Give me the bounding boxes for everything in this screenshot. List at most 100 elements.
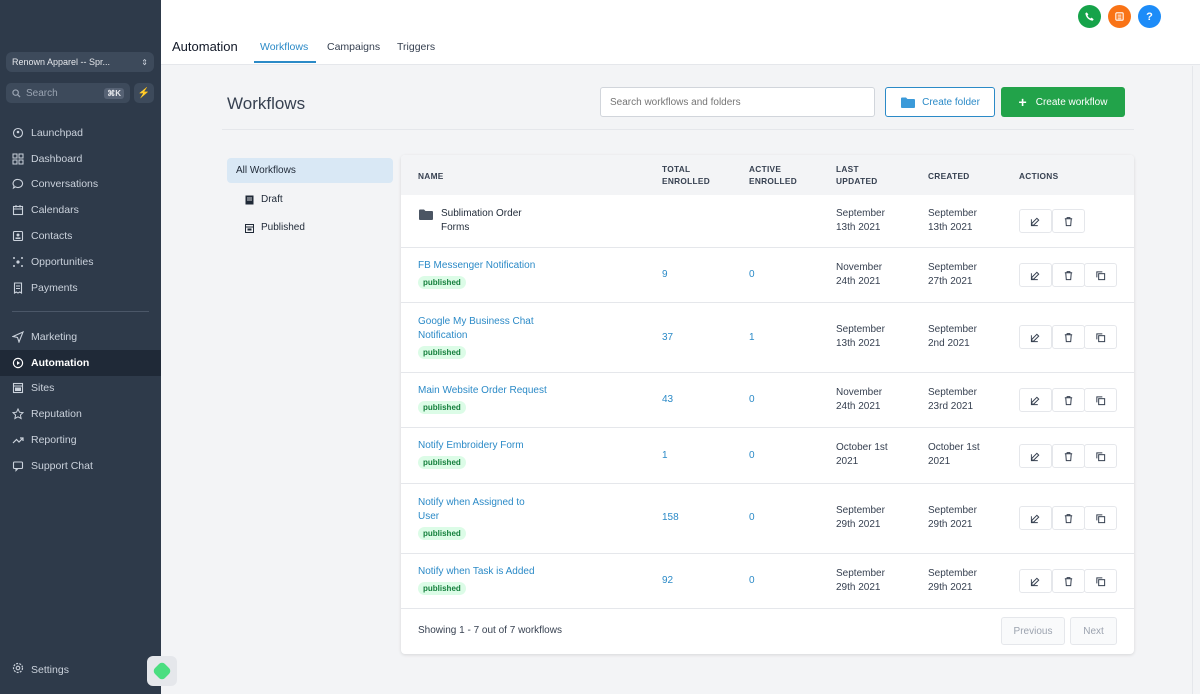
duplicate-button[interactable] bbox=[1084, 444, 1117, 468]
last-updated-cell: November 24th 2021 bbox=[836, 261, 882, 289]
next-page-button[interactable]: Next bbox=[1070, 617, 1117, 645]
duplicate-button[interactable] bbox=[1084, 325, 1117, 349]
folder-name[interactable]: Sublimation Order Forms bbox=[441, 207, 522, 235]
sidebar-item-conversations[interactable]: Conversations bbox=[0, 172, 161, 198]
duplicate-button[interactable] bbox=[1084, 388, 1117, 412]
total-enrolled-cell[interactable]: 37 bbox=[662, 331, 673, 345]
active-enrolled-cell[interactable]: 0 bbox=[749, 393, 755, 407]
column-header-last-updated[interactable]: LAST UPDATED bbox=[836, 163, 878, 187]
sidebar-item-reporting[interactable]: Reporting bbox=[0, 427, 161, 453]
edit-button[interactable] bbox=[1019, 506, 1052, 530]
column-header-total-enrolled[interactable]: TOTAL ENROLLED bbox=[662, 163, 710, 187]
duplicate-button[interactable] bbox=[1084, 506, 1117, 530]
table-row[interactable]: FB Messenger Notification published 9 0 … bbox=[401, 248, 1134, 303]
page-scrollbar[interactable] bbox=[1192, 66, 1200, 694]
sidebar-item-dashboard[interactable]: Dashboard bbox=[0, 146, 161, 172]
edit-button[interactable] bbox=[1019, 263, 1052, 287]
sidebar-item-settings[interactable]: Settings bbox=[12, 662, 69, 677]
filter-all-workflows[interactable]: All Workflows bbox=[227, 158, 393, 183]
duplicate-button[interactable] bbox=[1084, 569, 1117, 593]
sidebar-item-sites[interactable]: Sites bbox=[0, 376, 161, 402]
date-line: 24th 2021 bbox=[836, 401, 881, 412]
table-row[interactable]: Notify when Assigned to User published 1… bbox=[401, 484, 1134, 554]
account-switcher[interactable]: Renown Apparel -- Spr... ⇕ bbox=[6, 52, 154, 72]
created-cell: September 27th 2021 bbox=[928, 261, 977, 289]
total-enrolled-cell[interactable]: 158 bbox=[662, 511, 679, 525]
date-line: 29th 2021 bbox=[836, 519, 881, 530]
previous-page-button[interactable]: Previous bbox=[1001, 617, 1065, 645]
delete-button[interactable] bbox=[1052, 209, 1085, 233]
workflow-name-link[interactable]: Google My Business Chat Notification bbox=[418, 315, 534, 343]
active-enrolled-cell[interactable]: 0 bbox=[749, 511, 755, 525]
trash-icon bbox=[1064, 513, 1073, 523]
tab-workflows[interactable]: Workflows bbox=[260, 41, 308, 53]
rocket-icon bbox=[12, 127, 24, 139]
delete-button[interactable] bbox=[1052, 569, 1085, 593]
phone-button[interactable] bbox=[1078, 5, 1101, 28]
sidebar-item-support-chat[interactable]: Support Chat bbox=[0, 453, 161, 479]
name-line: Google My Business Chat bbox=[418, 316, 534, 327]
table-row[interactable]: Sublimation Order Forms September 13th 2… bbox=[401, 195, 1134, 248]
sidebar-item-reputation[interactable]: Reputation bbox=[0, 401, 161, 427]
tab-triggers[interactable]: Triggers bbox=[397, 41, 435, 53]
sidebar-item-payments[interactable]: Payments bbox=[0, 275, 161, 301]
filter-published[interactable]: Published bbox=[227, 215, 393, 240]
active-enrolled-cell[interactable]: 1 bbox=[749, 331, 755, 345]
sidebar-item-calendars[interactable]: Calendars bbox=[0, 197, 161, 223]
sidebar-item-launchpad[interactable]: Launchpad bbox=[0, 120, 161, 146]
sidebar-item-marketing[interactable]: Marketing bbox=[0, 324, 161, 350]
workflow-name-link[interactable]: Notify when Assigned to User bbox=[418, 496, 525, 524]
column-header-active-enrolled[interactable]: ACTIVE ENROLLED bbox=[749, 163, 797, 187]
sidebar-item-automation[interactable]: Automation bbox=[0, 349, 161, 376]
sidebar-item-opportunities[interactable]: Opportunities bbox=[0, 249, 161, 275]
total-enrolled-cell[interactable]: 9 bbox=[662, 268, 668, 282]
create-workflow-button[interactable]: + Create workflow bbox=[1001, 87, 1125, 117]
duplicate-button[interactable] bbox=[1084, 263, 1117, 287]
table-row[interactable]: Google My Business Chat Notification pub… bbox=[401, 303, 1134, 373]
active-enrolled-cell[interactable]: 0 bbox=[749, 574, 755, 588]
delete-button[interactable] bbox=[1052, 388, 1085, 412]
quick-action-button[interactable]: ⚡ bbox=[134, 83, 154, 103]
workflow-name-link[interactable]: Notify Embroidery Form bbox=[418, 439, 524, 453]
edit-button[interactable] bbox=[1019, 325, 1052, 349]
edit-button[interactable] bbox=[1019, 388, 1052, 412]
workflow-name-link[interactable]: Notify when Task is Added bbox=[418, 565, 535, 579]
delete-button[interactable] bbox=[1052, 263, 1085, 287]
workflow-name-link[interactable]: FB Messenger Notification bbox=[418, 259, 535, 273]
date-line: September bbox=[928, 387, 977, 398]
total-enrolled-cell[interactable]: 43 bbox=[662, 393, 673, 407]
tab-campaigns[interactable]: Campaigns bbox=[327, 41, 380, 53]
created-cell: September 2nd 2021 bbox=[928, 323, 977, 351]
contact-card-icon bbox=[12, 230, 24, 242]
edit-icon bbox=[1030, 271, 1040, 280]
active-enrolled-cell[interactable]: 0 bbox=[749, 268, 755, 282]
column-header-created[interactable]: CREATED bbox=[928, 170, 970, 182]
table-row[interactable]: Notify Embroidery Form published 1 0 Oct… bbox=[401, 428, 1134, 484]
date-line: 29th 2021 bbox=[928, 582, 973, 593]
help-button[interactable]: ? bbox=[1138, 5, 1161, 28]
sidebar-item-label: Sites bbox=[31, 382, 55, 395]
column-header-name[interactable]: NAME bbox=[418, 170, 444, 182]
table-row[interactable]: Main Website Order Request published 43 … bbox=[401, 373, 1134, 428]
delete-button[interactable] bbox=[1052, 506, 1085, 530]
workflow-name-cell: Notify when Task is Added published bbox=[418, 565, 535, 596]
sidebar-item-contacts[interactable]: Contacts bbox=[0, 223, 161, 249]
sidebar-search-row: Search ⌘K ⚡ bbox=[6, 83, 154, 103]
edit-button[interactable] bbox=[1019, 209, 1052, 233]
workflow-name-link[interactable]: Main Website Order Request bbox=[418, 384, 547, 398]
active-enrolled-cell[interactable]: 0 bbox=[749, 449, 755, 463]
total-enrolled-cell[interactable]: 92 bbox=[662, 574, 673, 588]
edit-button[interactable] bbox=[1019, 444, 1052, 468]
phone-icon bbox=[1085, 12, 1094, 21]
total-enrolled-cell[interactable]: 1 bbox=[662, 449, 668, 463]
chat-widget-button[interactable] bbox=[147, 656, 177, 686]
delete-button[interactable] bbox=[1052, 444, 1085, 468]
delete-button[interactable] bbox=[1052, 325, 1085, 349]
table-row[interactable]: Notify when Task is Added published 92 0… bbox=[401, 554, 1134, 609]
filter-draft[interactable]: Draft bbox=[227, 187, 393, 212]
edit-button[interactable] bbox=[1019, 569, 1052, 593]
search-workflows-input[interactable] bbox=[600, 87, 875, 117]
create-folder-button[interactable]: Create folder bbox=[885, 87, 995, 117]
sidebar-search[interactable]: Search ⌘K bbox=[6, 83, 130, 103]
notifications-button[interactable] bbox=[1108, 5, 1131, 28]
